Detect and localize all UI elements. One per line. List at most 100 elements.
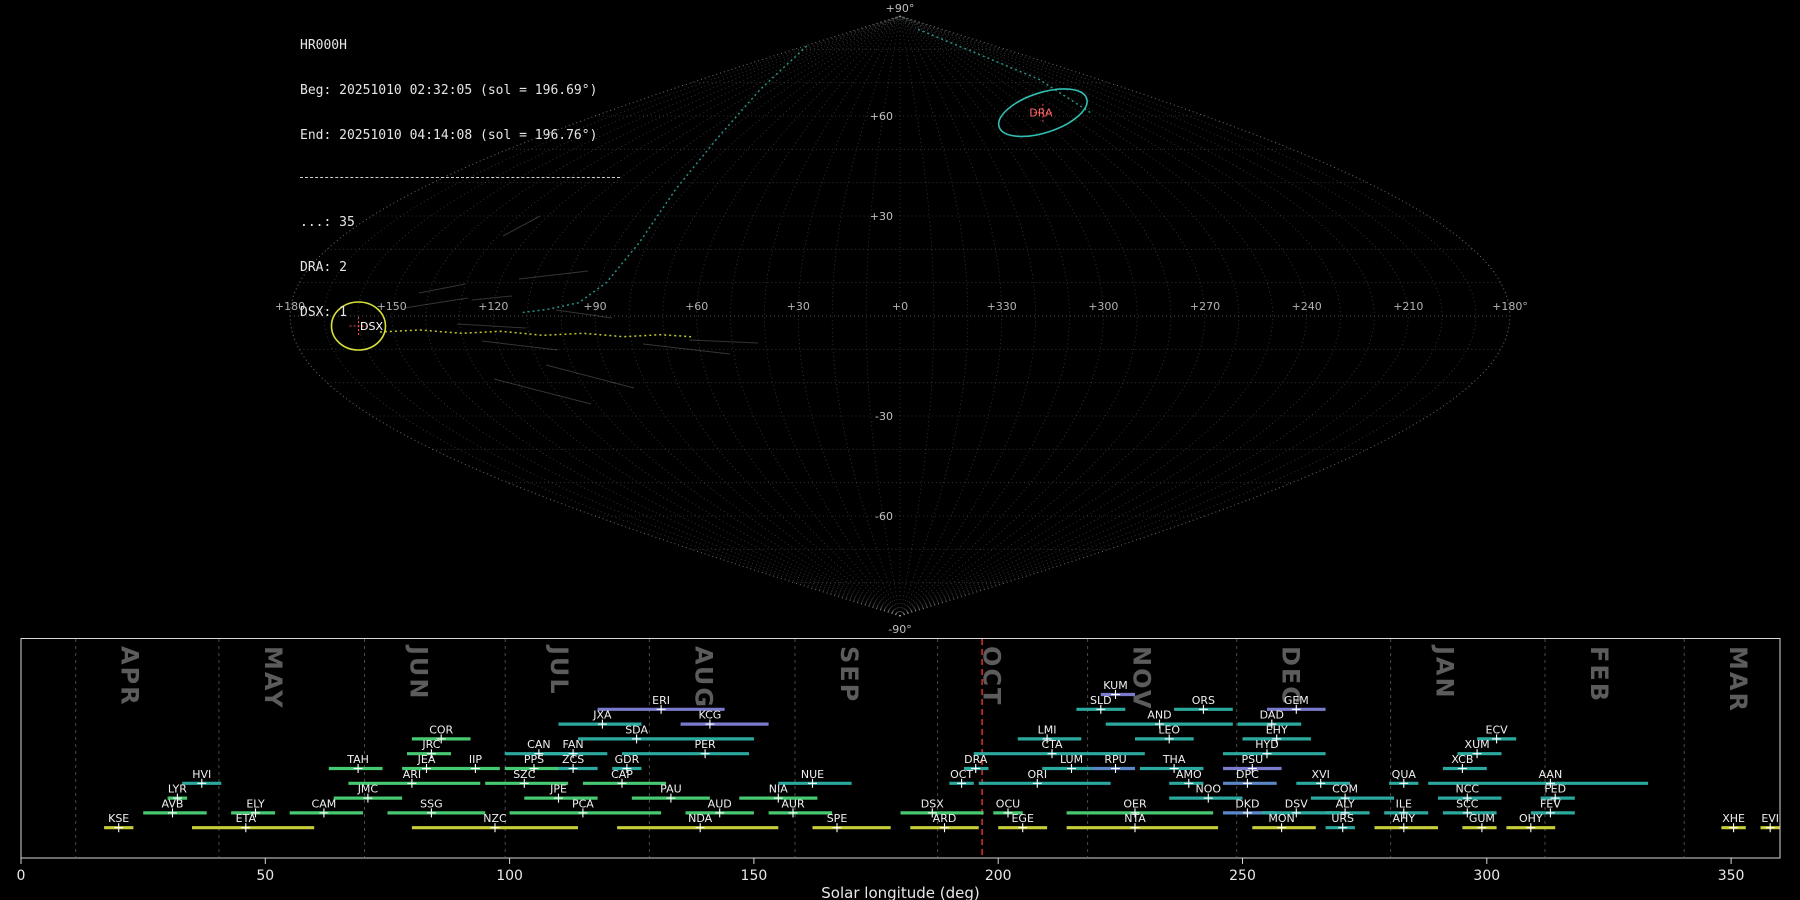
shower-label-AHY: AHY xyxy=(1393,812,1416,825)
shower-label-PSU: PSU xyxy=(1241,753,1263,766)
map-lat-label: +60 xyxy=(870,110,893,123)
shower-label-EVI: EVI xyxy=(1761,812,1779,825)
map-lat-label: -30 xyxy=(875,410,893,423)
shower-label-DSV: DSV xyxy=(1285,797,1308,810)
shower-label-CAN: CAN xyxy=(527,738,550,751)
shower-label-NUE: NUE xyxy=(801,768,824,781)
shower-label-AUD: AUD xyxy=(708,797,732,810)
shower-label-NOO: NOO xyxy=(1196,783,1222,796)
shower-label-CAP: CAP xyxy=(611,768,633,781)
shower-label-SSG: SSG xyxy=(420,797,443,810)
shower-label-DSX: DSX xyxy=(921,797,944,810)
shower-label-DKD: DKD xyxy=(1235,797,1259,810)
shower-label-PPS: PPS xyxy=(524,753,544,766)
shower-label-AAN: AAN xyxy=(1539,768,1563,781)
x-tick-label: 150 xyxy=(741,868,768,884)
shower-label-NIA: NIA xyxy=(769,783,788,796)
shower-label-XUM: XUM xyxy=(1465,738,1490,751)
separator xyxy=(300,177,620,178)
shower-label-ORI: ORI xyxy=(1028,768,1048,781)
shower-label-PCA: PCA xyxy=(572,797,594,810)
shower-label-AVB: AVB xyxy=(162,797,184,810)
shower-label-XHE: XHE xyxy=(1722,812,1745,825)
shower-label-NDA: NDA xyxy=(688,812,713,825)
shower-label-FAN: FAN xyxy=(563,738,584,751)
shower-label-GEM: GEM xyxy=(1284,694,1309,707)
shower-label-LEO: LEO xyxy=(1158,723,1180,736)
shower-label-AUR: AUR xyxy=(781,797,805,810)
map-lon-label: +60 xyxy=(685,300,708,313)
month-label: OCT xyxy=(978,646,1006,706)
shower-label-ETA: ETA xyxy=(236,812,257,825)
shower-label-QUA: QUA xyxy=(1392,768,1417,781)
sky-map: +180 +150 +120 +90 +60 +30 +0 +330 +300 +270 +240 +… xyxy=(275,2,1528,636)
count-dra: DRA: 2 xyxy=(300,260,347,275)
map-meridian xyxy=(899,15,1443,617)
map-lat-label: +30 xyxy=(870,210,893,223)
shower-label-HYD: HYD xyxy=(1255,738,1278,751)
end-time: End: 20251010 04:14:08 (sol = 196.76°) xyxy=(300,128,598,143)
shower-label-SCC: SCC xyxy=(1456,797,1479,810)
month-label: SEP xyxy=(835,646,863,703)
shower-label-GDR: GDR xyxy=(615,753,640,766)
map-lon-label: +240 xyxy=(1292,300,1322,313)
meteor-streak xyxy=(493,378,592,405)
shower-label-ALY: ALY xyxy=(1336,797,1355,810)
shower-label-KUM: KUM xyxy=(1103,679,1127,692)
shower-label-COR: COR xyxy=(429,723,453,736)
shower-label-PER: PER xyxy=(694,738,716,751)
x-tick-label: 50 xyxy=(256,868,274,884)
shower-label-ELY: ELY xyxy=(246,797,265,810)
shower-label-ZCS: ZCS xyxy=(562,753,584,766)
shower-label-GUM: GUM xyxy=(1469,812,1495,825)
shower-label-COM: COM xyxy=(1332,783,1358,796)
shower-label-SLD: SLD xyxy=(1090,694,1112,707)
shower-label-LMI: LMI xyxy=(1038,723,1057,736)
shower-label-DAD: DAD xyxy=(1260,709,1284,722)
shower-label-HVI: HVI xyxy=(192,768,211,781)
month-label: APR xyxy=(116,646,144,707)
month-label: FEB xyxy=(1585,646,1613,703)
begin-time: Beg: 20251010 02:32:05 (sol = 196.69°) xyxy=(300,83,598,98)
shower-label-NZC: NZC xyxy=(483,812,507,825)
shower-label-PAU: PAU xyxy=(660,783,682,796)
shower-label-LYR: LYR xyxy=(168,783,187,796)
map-lon-label: +210 xyxy=(1393,300,1423,313)
shower-label-XVI: XVI xyxy=(1312,768,1330,781)
map-lon-label: +180° xyxy=(1492,300,1528,313)
x-tick-label: 300 xyxy=(1473,868,1500,884)
x-tick-label: 0 xyxy=(17,868,26,884)
x-tick-label: 250 xyxy=(1229,868,1256,884)
shower-label-THA: THA xyxy=(1162,753,1186,766)
shower-label-OHY: OHY xyxy=(1519,812,1543,825)
shower-label-MON: MON xyxy=(1268,812,1294,825)
shower-label-IIP: IIP xyxy=(469,753,482,766)
map-meridian xyxy=(797,15,901,617)
shower-label-ERI: ERI xyxy=(652,694,670,707)
map-pole-top-label: +90° xyxy=(886,2,915,15)
meteor-streak xyxy=(688,339,759,344)
shower-label-DRA: DRA xyxy=(964,753,988,766)
radiant-label-DRA: DRA xyxy=(1029,107,1053,120)
shower-label-JRC: JRC xyxy=(421,738,440,751)
galactic-plane-branch xyxy=(917,28,1092,114)
shower-label-CTA: CTA xyxy=(1041,738,1063,751)
month-label: MAY xyxy=(259,646,287,710)
shower-label-EHY: EHY xyxy=(1266,723,1288,736)
station-id: HR000H xyxy=(300,38,347,53)
map-lon-label: +270 xyxy=(1190,300,1220,313)
shower-label-URS: URS xyxy=(1331,812,1354,825)
shower-label-JEA: JEA xyxy=(417,753,436,766)
shower-label-JPE: JPE xyxy=(549,783,567,796)
shower-label-JMC: JMC xyxy=(357,783,379,796)
map-pole-bottom-label: -90° xyxy=(888,623,911,636)
shower-label-ECV: ECV xyxy=(1486,723,1509,736)
activity-timeline: APR MAY JUN JUL AUG SEP OCT NOV DEC JAN FEB MARKUME… xyxy=(17,638,1781,900)
month-label: MAR xyxy=(1724,646,1752,713)
month-label: JAN xyxy=(1431,644,1459,700)
count-total: ...: 35 xyxy=(300,215,355,230)
shower-label-XCB: XCB xyxy=(1451,753,1473,766)
shower-label-JXA: JXA xyxy=(592,709,612,722)
shower-label-NCC: NCC xyxy=(1456,783,1480,796)
x-axis-title: Solar longitude (deg) xyxy=(821,884,979,900)
